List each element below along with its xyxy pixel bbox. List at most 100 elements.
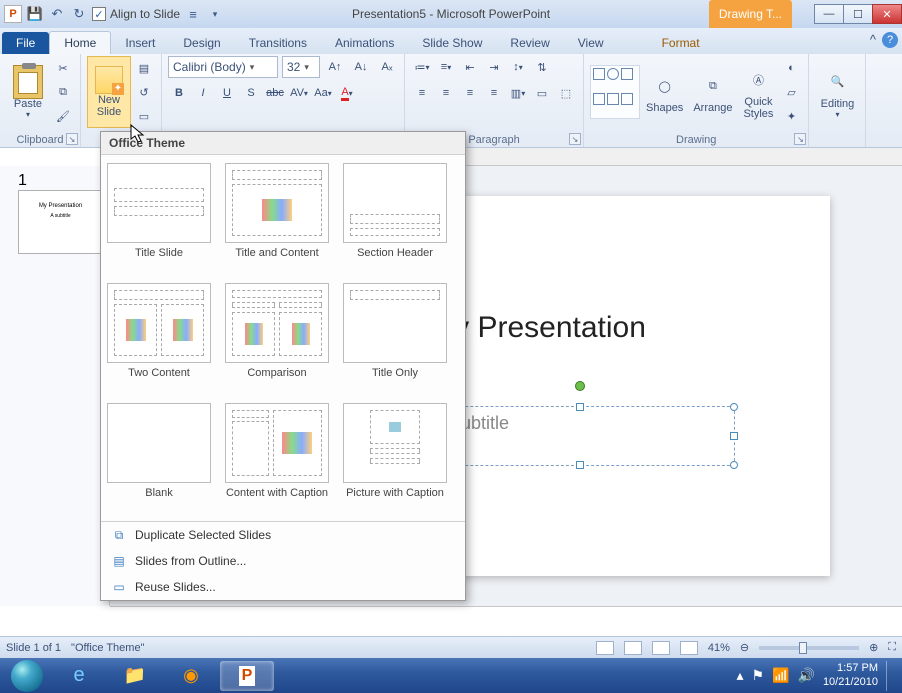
cut-icon[interactable]: ✂ <box>52 57 74 79</box>
strike-button[interactable]: abc <box>264 82 286 104</box>
maximize-button[interactable]: ☐ <box>843 4 873 24</box>
taskbar-ie[interactable]: e <box>52 661 106 691</box>
shapes-gallery[interactable] <box>590 65 640 119</box>
section-icon[interactable]: ▭ <box>133 105 155 127</box>
selection-handle[interactable] <box>730 432 738 440</box>
volume-icon[interactable]: 🔊 <box>798 667 815 684</box>
sorter-view-button[interactable] <box>624 641 642 655</box>
tab-format[interactable]: Format <box>648 32 714 54</box>
reset-icon[interactable]: ↺ <box>133 81 155 103</box>
show-desktop-button[interactable] <box>886 661 894 691</box>
close-button[interactable]: ✕ <box>872 4 902 24</box>
columns-icon[interactable]: ▥▾ <box>507 82 529 104</box>
layout-title-only[interactable]: Title Only <box>343 283 447 393</box>
tray-up-icon[interactable]: ▴ <box>736 667 743 684</box>
align-text-icon[interactable]: ▭ <box>531 82 553 104</box>
selection-handle[interactable] <box>730 403 738 411</box>
layout-blank[interactable]: Blank <box>107 403 211 513</box>
start-button[interactable] <box>4 660 50 692</box>
shape-outline-icon[interactable]: ▱ <box>780 81 802 103</box>
shadow-button[interactable]: S <box>240 82 262 104</box>
char-spacing-icon[interactable]: AV▾ <box>288 82 310 104</box>
flag-icon[interactable]: ⚑ <box>752 667 765 684</box>
notes-pane[interactable] <box>110 606 902 636</box>
bold-button[interactable]: B <box>168 82 190 104</box>
slide-thumbnail[interactable]: My Presentation A subtitle <box>18 190 103 254</box>
paste-button[interactable]: Paste ▾ <box>6 56 50 128</box>
layout-section-header[interactable]: Section Header <box>343 163 447 273</box>
zoom-in-button[interactable]: ⊕ <box>869 641 878 654</box>
help-icon[interactable]: ? <box>882 32 898 48</box>
clipboard-dialog-launcher[interactable]: ↘ <box>66 133 78 145</box>
tab-view[interactable]: View <box>564 32 618 54</box>
increase-indent-icon[interactable]: ⇥ <box>483 56 505 78</box>
minimize-ribbon-icon[interactable]: ^ <box>870 32 876 48</box>
text-direction-icon[interactable]: ⇅ <box>531 56 553 78</box>
subtitle-placeholder[interactable]: A subtitle <box>425 406 735 466</box>
selection-handle[interactable] <box>730 461 738 469</box>
layout-content-with-caption[interactable]: Content with Caption <box>225 403 329 513</box>
network-icon[interactable]: 📶 <box>772 667 789 684</box>
shape-effects-icon[interactable]: ✦ <box>780 105 802 127</box>
italic-button[interactable]: I <box>192 82 214 104</box>
layout-title-slide[interactable]: Title Slide <box>107 163 211 273</box>
drawing-dialog-launcher[interactable]: ↘ <box>794 133 806 145</box>
rotate-handle[interactable] <box>575 381 585 391</box>
align-left-icon[interactable]: ≡ <box>411 82 433 104</box>
font-name-combo[interactable]: Calibri (Body)▾ <box>168 56 278 78</box>
shapes-button[interactable]: ◯ Shapes <box>642 56 687 128</box>
shape-fill-icon[interactable]: ◐ <box>780 57 802 79</box>
redo-icon[interactable]: ↻ <box>70 5 88 23</box>
align-checkbox[interactable]: ✓ <box>92 7 106 21</box>
align-icon[interactable]: ≡ <box>184 5 202 23</box>
copy-icon[interactable]: ⧉ <box>52 81 74 103</box>
tab-insert[interactable]: Insert <box>111 32 169 54</box>
change-case-icon[interactable]: Aa▾ <box>312 82 334 104</box>
format-painter-icon[interactable]: 🖌 <box>52 105 74 127</box>
zoom-slider[interactable] <box>759 646 859 650</box>
paragraph-dialog-launcher[interactable]: ↘ <box>569 133 581 145</box>
tab-slideshow[interactable]: Slide Show <box>408 32 496 54</box>
slides-from-outline-item[interactable]: ▤Slides from Outline... <box>101 548 465 574</box>
tab-design[interactable]: Design <box>169 32 234 54</box>
clock[interactable]: 1:57 PM 10/21/2010 <box>823 662 878 688</box>
clear-format-icon[interactable]: Aₓ <box>376 56 398 78</box>
selection-handle[interactable] <box>576 461 584 469</box>
new-slide-button[interactable]: ✦ New Slide <box>87 56 131 128</box>
layout-comparison[interactable]: Comparison <box>225 283 329 393</box>
justify-icon[interactable]: ≡ <box>483 82 505 104</box>
reuse-slides-item[interactable]: ▭Reuse Slides... <box>101 574 465 600</box>
fit-to-window-button[interactable]: ⛶ <box>888 641 896 654</box>
align-center-icon[interactable]: ≡ <box>435 82 457 104</box>
quick-styles-button[interactable]: Ⓐ Quick Styles <box>738 56 778 128</box>
taskbar-powerpoint[interactable]: P <box>220 661 274 691</box>
align-right-icon[interactable]: ≡ <box>459 82 481 104</box>
duplicate-slides-item[interactable]: ⧉Duplicate Selected Slides <box>101 522 465 548</box>
underline-button[interactable]: U <box>216 82 238 104</box>
tab-transitions[interactable]: Transitions <box>235 32 321 54</box>
undo-icon[interactable]: ↶ <box>48 5 66 23</box>
minimize-button[interactable]: — <box>814 4 844 24</box>
editing-button[interactable]: 🔍 Editing ▾ <box>815 56 859 128</box>
tab-animations[interactable]: Animations <box>321 32 408 54</box>
qat-more-icon[interactable]: ▾ <box>206 5 224 23</box>
shrink-font-icon[interactable]: A↓ <box>350 56 372 78</box>
tab-home[interactable]: Home <box>49 31 111 54</box>
numbering-icon[interactable]: ≡▾ <box>435 56 457 78</box>
layout-two-content[interactable]: Two Content <box>107 283 211 393</box>
normal-view-button[interactable] <box>596 641 614 655</box>
layout-title-and-content[interactable]: Title and Content <box>225 163 329 273</box>
arrange-button[interactable]: ⧉ Arrange <box>689 56 736 128</box>
font-color-icon[interactable]: A▾ <box>336 82 358 104</box>
taskbar-explorer[interactable]: 📁 <box>108 661 162 691</box>
font-size-combo[interactable]: 32▾ <box>282 56 320 78</box>
bullets-icon[interactable]: ≔▾ <box>411 56 433 78</box>
tab-review[interactable]: Review <box>496 32 563 54</box>
zoom-out-button[interactable]: ⊖ <box>740 641 749 654</box>
tab-file[interactable]: File <box>2 32 49 54</box>
selection-handle[interactable] <box>576 403 584 411</box>
decrease-indent-icon[interactable]: ⇤ <box>459 56 481 78</box>
reading-view-button[interactable] <box>652 641 670 655</box>
layout-picture-with-caption[interactable]: Picture with Caption <box>343 403 447 513</box>
layout-icon[interactable]: ▤ <box>133 57 155 79</box>
